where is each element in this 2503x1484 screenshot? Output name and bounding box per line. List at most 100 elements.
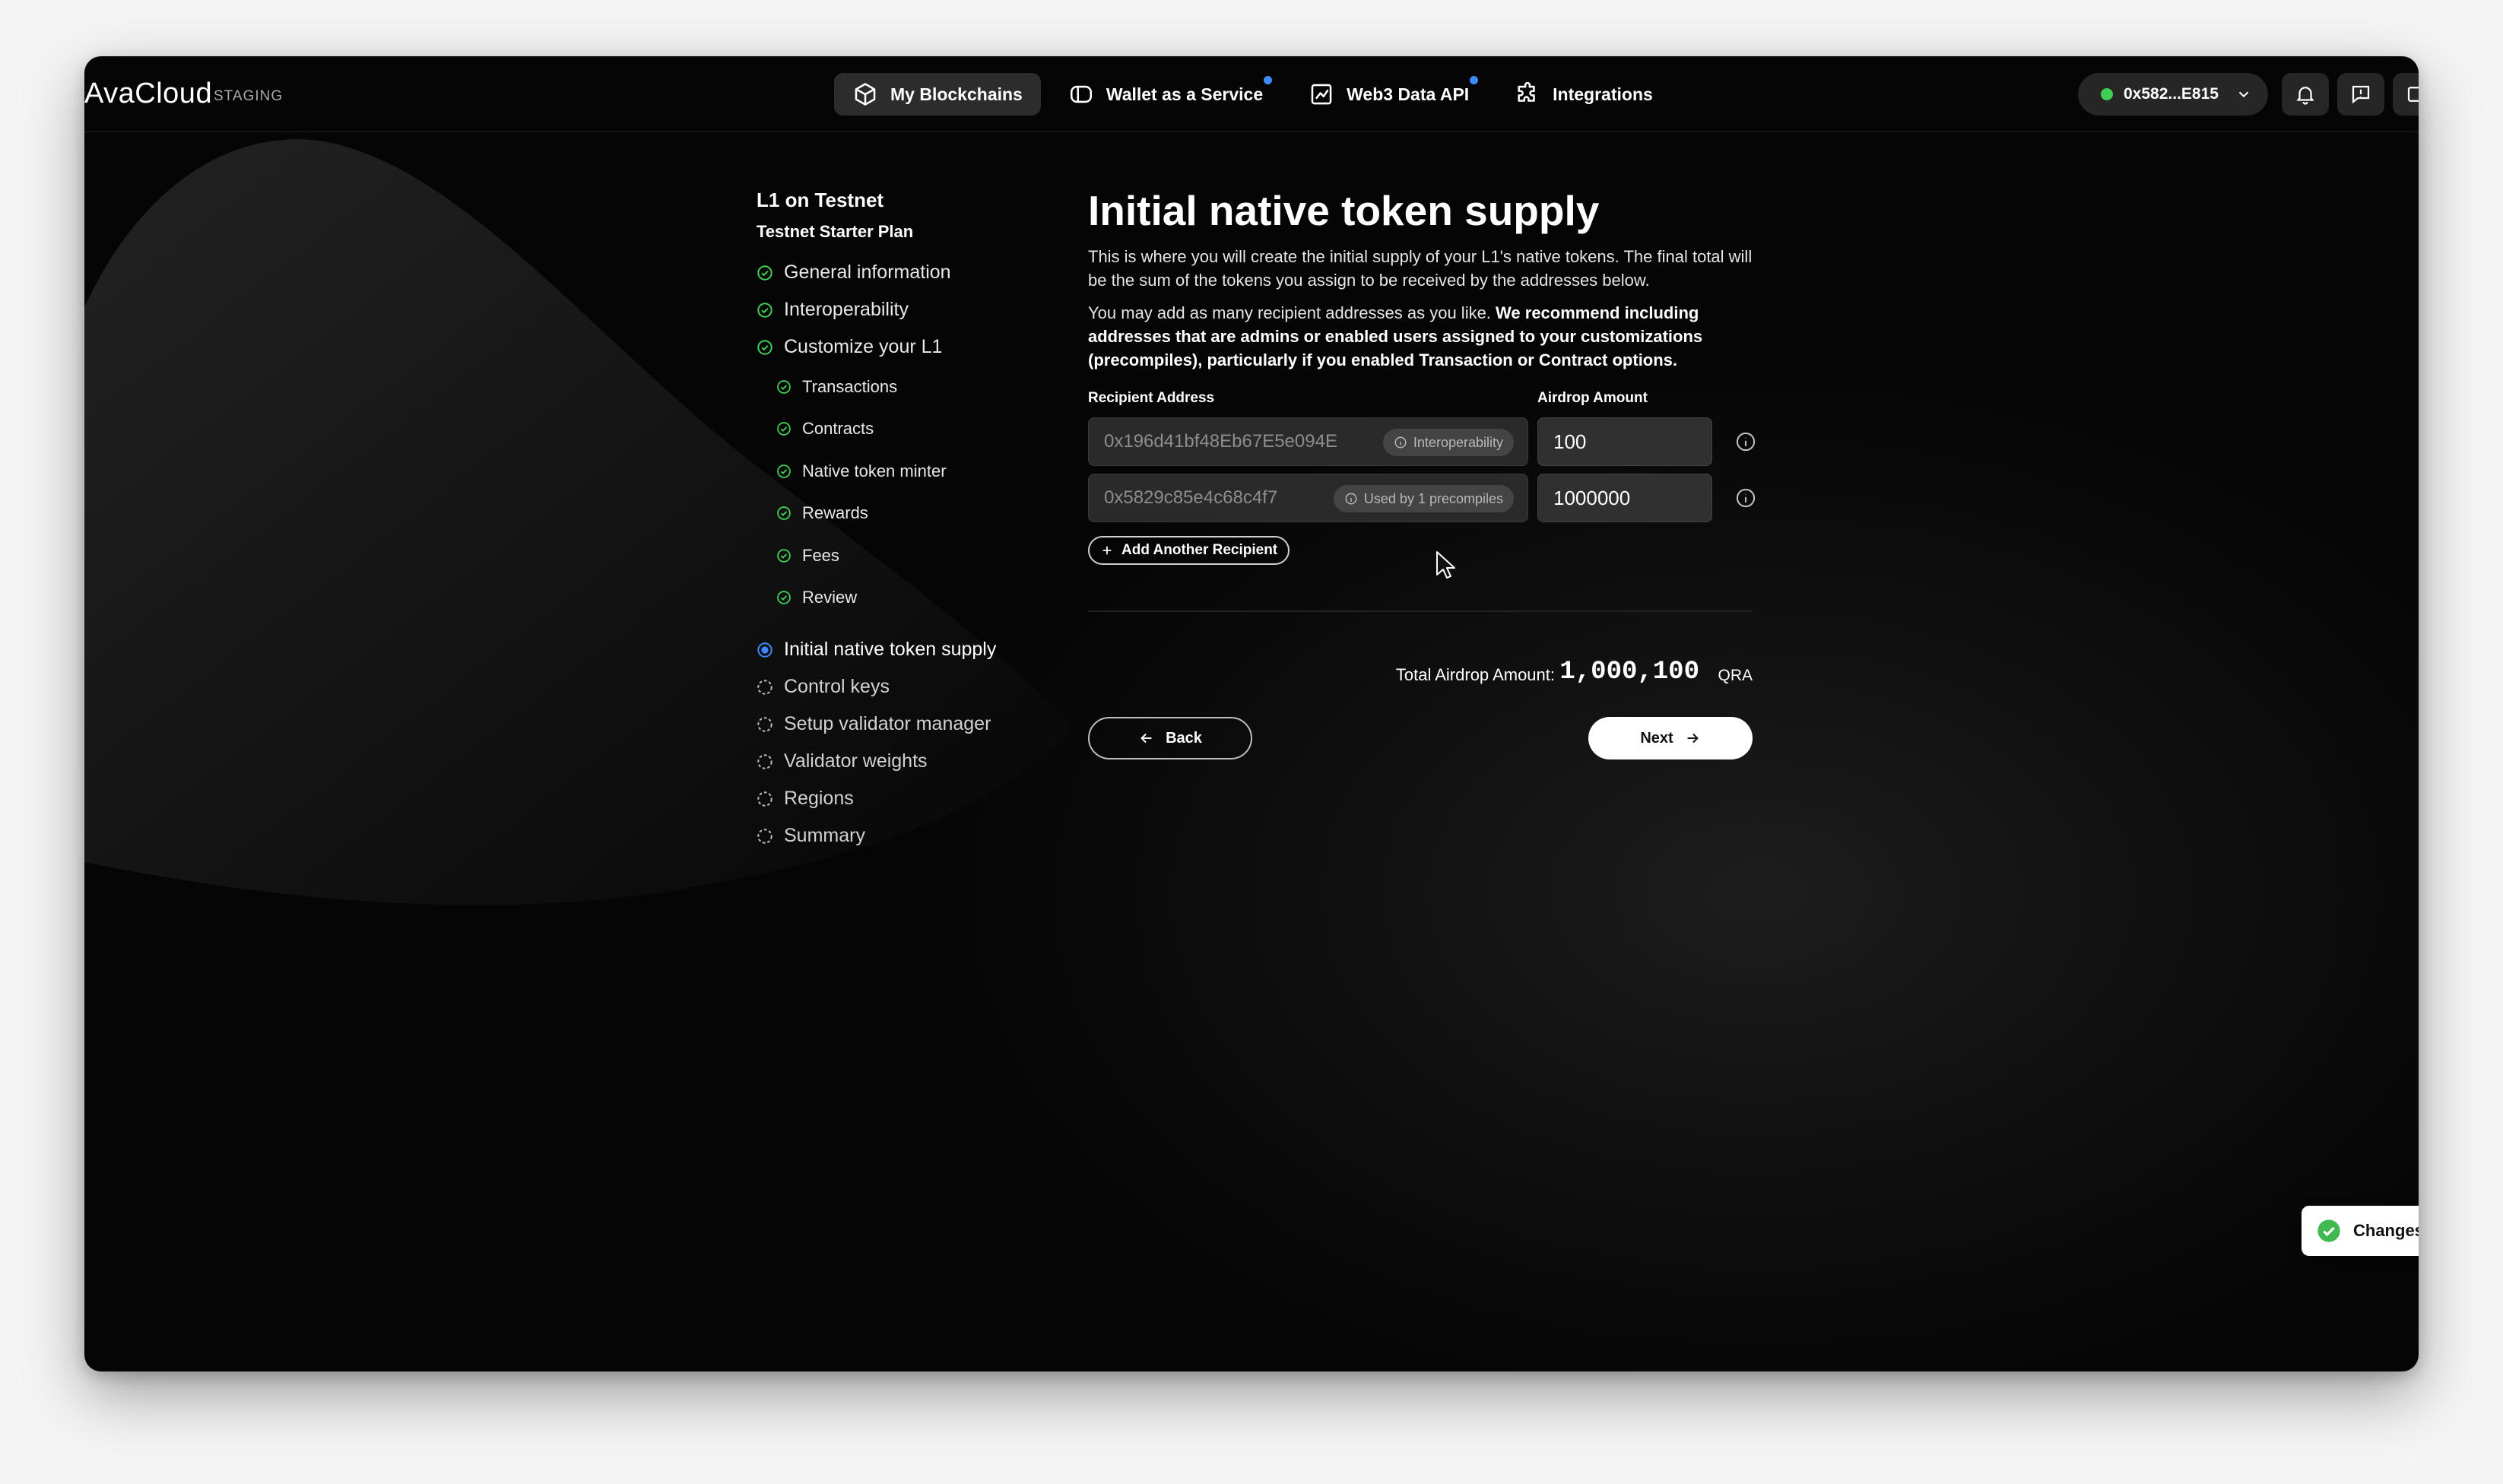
app-window: AvaCloud STAGING My Blockchains Wallet a… [84, 56, 2419, 1371]
page-title: Initial native token supply [1088, 187, 1600, 234]
recipient-row: 0x196d41bf48Eb67E5e094E Interoperability… [1088, 417, 1756, 466]
pending-step-icon [757, 679, 772, 695]
step-item[interactable]: Summary [757, 817, 1076, 855]
notification-dot [1264, 76, 1273, 84]
info-icon[interactable] [1735, 431, 1756, 452]
cube-icon [855, 83, 876, 106]
wizard-navigation: Back Next [1088, 717, 1753, 759]
wizard-steps: L1 on Testnet Testnet Starter Plan Gener… [757, 189, 1076, 855]
airdrop-amount-input[interactable]: 1000000 [1537, 474, 1712, 522]
chevron-down-icon [2238, 91, 2249, 98]
step-item[interactable]: General information [757, 254, 1076, 291]
airdrop-amount-input[interactable]: 100 [1537, 417, 1712, 466]
arrow-left-icon [1140, 733, 1152, 744]
total-airdrop: Total Airdrop Amount: 1,000,100 QRA [1088, 658, 1753, 691]
next-button[interactable]: Next [1588, 717, 1753, 759]
check-circle-icon [757, 265, 772, 281]
substep-item[interactable]: Native token minter [757, 450, 1076, 493]
check-circle-icon [757, 339, 772, 355]
add-recipient-label: Add Another Recipient [1121, 542, 1278, 558]
menu-button[interactable] [2393, 73, 2419, 116]
recipient-address-value: 0x196d41bf48Eb67E5e094E [1104, 431, 1337, 452]
info-icon [1345, 493, 1357, 505]
puzzle-icon [1518, 81, 1535, 102]
step-label: Contracts [802, 419, 874, 439]
wallet-status-dot [2101, 88, 2113, 100]
step-label: Review [802, 588, 858, 607]
recipient-address-label: Recipient Address [1088, 390, 1215, 406]
active-step-icon [757, 642, 772, 658]
usage-tag-label: Used by 1 precompiles [1363, 490, 1503, 506]
step-item[interactable]: Customize your L1 [757, 328, 1076, 366]
step-item[interactable]: Control keys [757, 668, 1076, 706]
toast-label: Changes [2353, 1221, 2419, 1240]
step-item[interactable]: Validator weights [757, 743, 1076, 780]
step-item[interactable]: Interoperability [757, 291, 1076, 328]
plus-icon [1102, 546, 1112, 555]
wallet-selector[interactable]: 0x582...E815 [2078, 73, 2268, 116]
usage-tag: Interoperability [1382, 429, 1514, 456]
step-label: Rewards [802, 503, 868, 523]
substep-item[interactable]: Review [757, 577, 1076, 620]
nav-label: Wallet as a Service [1106, 84, 1264, 104]
intro-text: This is where you will create the initia… [1088, 247, 1753, 290]
main-content: Initial native token supply This is wher… [1088, 184, 1756, 759]
step-label: Control keys [784, 676, 890, 697]
step-label: Interoperability [784, 299, 909, 320]
recipient-address-field[interactable]: 0x5829c85e4c68c4f7 Used by 1 precompiles [1088, 474, 1528, 522]
recommendation-plain: You may add as many recipient addresses … [1088, 303, 1496, 322]
step-item[interactable]: Setup validator manager [757, 706, 1076, 743]
notification-dot [1470, 76, 1479, 84]
step-label: Validator weights [784, 750, 928, 772]
step-label: General information [784, 262, 951, 283]
back-button[interactable]: Back [1088, 717, 1252, 759]
brand-logo[interactable]: AvaCloud [84, 78, 212, 110]
main-nav: My Blockchains Wallet as a Service Web3 … [834, 73, 1671, 116]
check-circle-icon [777, 548, 791, 563]
pending-step-icon [757, 791, 772, 807]
nav-label: Web3 Data API [1347, 84, 1470, 104]
check-circle-icon [757, 302, 772, 318]
mouse-cursor-icon [1436, 551, 1455, 579]
feedback-button[interactable] [2337, 73, 2384, 116]
substep-item[interactable]: Fees [757, 534, 1076, 577]
notifications-button[interactable] [2282, 73, 2329, 116]
pending-step-icon [757, 716, 772, 732]
top-navigation: AvaCloud STAGING My Blockchains Wallet a… [84, 56, 2419, 132]
step-label: Native token minter [802, 461, 947, 480]
token-symbol: QRA [1718, 667, 1753, 684]
nav-web3-data-api[interactable]: Web3 Data API [1290, 73, 1487, 116]
recipient-address-value: 0x5829c85e4c68c4f7 [1104, 487, 1278, 508]
info-icon [1394, 436, 1407, 449]
check-circle-icon [777, 591, 791, 605]
substep-item[interactable]: Transactions [757, 366, 1076, 408]
nav-my-blockchains[interactable]: My Blockchains [834, 73, 1041, 116]
check-circle-icon [777, 379, 791, 394]
step-label: Summary [784, 825, 865, 846]
wallet-address: 0x582...E815 [2124, 85, 2219, 103]
total-airdrop-label: Total Airdrop Amount: [1395, 665, 1555, 684]
add-recipient-button[interactable]: Add Another Recipient [1088, 536, 1290, 565]
usage-tag: Used by 1 precompiles [1333, 485, 1514, 512]
arrow-right-icon [1687, 733, 1699, 744]
column-labels: Recipient Address Airdrop Amount [1088, 390, 1753, 411]
recipient-address-field[interactable]: 0x196d41bf48Eb67E5e094E Interoperability [1088, 417, 1528, 466]
total-airdrop-value: 1,000,100 [1559, 658, 1699, 687]
check-circle-icon [2317, 1219, 2340, 1242]
recommendation-text: You may add as many recipient addresses … [1088, 301, 1753, 372]
step-label: Fees [802, 545, 839, 565]
info-icon[interactable] [1735, 487, 1756, 509]
nav-integrations[interactable]: Integrations [1496, 73, 1671, 116]
step-item[interactable]: Initial native token supply [757, 631, 1076, 668]
nav-wallet-as-a-service[interactable]: Wallet as a Service [1050, 73, 1281, 116]
check-circle-icon [777, 506, 791, 521]
substep-item[interactable]: Contracts [757, 408, 1076, 451]
substep-item[interactable]: Rewards [757, 493, 1076, 535]
plan-subtitle: Testnet Starter Plan [757, 222, 914, 241]
nav-label: Integrations [1553, 84, 1653, 104]
saved-toast: Changes [2302, 1206, 2419, 1256]
step-item[interactable]: Regions [757, 780, 1076, 817]
airdrop-amount-label: Airdrop Amount [1537, 390, 1648, 406]
step-label: Regions [784, 788, 854, 809]
plan-title: L1 on Testnet [757, 189, 884, 211]
